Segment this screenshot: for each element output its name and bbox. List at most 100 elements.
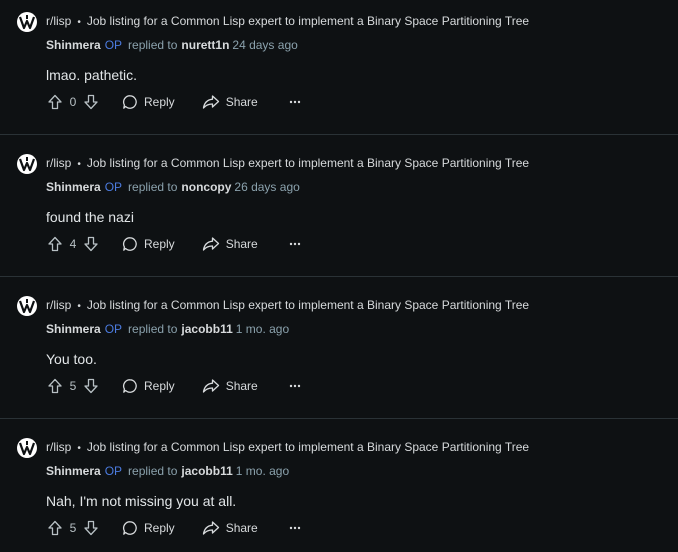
upvote-button[interactable] [46,235,64,253]
comment-actions: 5 Reply Share [46,518,302,538]
downvote-arrow-icon [84,520,98,536]
more-options-button[interactable] [288,521,302,535]
more-options-button[interactable] [288,379,302,393]
upvote-button[interactable] [46,93,64,111]
vote-score: 4 [69,237,77,251]
comment-feed: r/lisp • Job listing for a Common Lisp exp… [0,0,678,552]
downvote-arrow-icon [84,236,98,252]
lisp-lambda-icon[interactable] [16,295,38,317]
op-badge: OP [104,322,123,336]
comment-body: lmao. pathetic. [46,67,138,83]
share-label: Share [225,237,258,251]
post-context: r/lisp • Job listing for a Common Lisp exp… [46,440,529,454]
reply-target-link[interactable]: noncopy [181,180,231,194]
author-link[interactable]: Shinmera [46,38,101,52]
downvote-arrow-icon [84,94,98,110]
ellipsis-icon [289,100,300,104]
share-button[interactable]: Share [202,94,258,110]
upvote-arrow-icon [48,236,62,252]
more-options-button[interactable] [288,95,302,109]
share-label: Share [225,379,258,393]
replied-to-label: replied to [128,464,178,478]
post-title-link[interactable]: Job listing for a Common Lisp expert to … [87,14,529,28]
share-button[interactable]: Share [202,520,258,536]
author-link[interactable]: Shinmera [46,464,101,478]
comment-item: r/lisp • Job listing for a Common Lisp exp… [0,0,678,142]
separator-dot: • [77,443,81,454]
comment-divider [0,134,678,135]
share-button[interactable]: Share [202,378,258,394]
speech-bubble-icon [123,95,137,109]
upvote-arrow-icon [48,94,62,110]
reply-label: Reply [144,237,175,251]
reply-target-link[interactable]: nurett1n [181,38,229,52]
author-link[interactable]: Shinmera [46,322,101,336]
downvote-button[interactable] [82,519,100,537]
comment-body: found the nazi [46,209,134,225]
comment-attribution: Shinmera OP replied to jacobb11 1 mo. ago [46,464,289,478]
ellipsis-icon [289,242,300,246]
upvote-button[interactable] [46,377,64,395]
post-title-link[interactable]: Job listing for a Common Lisp expert to … [87,440,529,454]
vote-score: 5 [69,521,77,535]
op-badge: OP [104,38,123,52]
comment-item: r/lisp • Job listing for a Common Lisp exp… [0,426,678,552]
comment-item: r/lisp • Job listing for a Common Lisp exp… [0,284,678,426]
share-arrow-icon [202,521,219,535]
reply-button[interactable]: Reply [122,520,175,536]
op-badge: OP [104,180,123,194]
post-title-link[interactable]: Job listing for a Common Lisp expert to … [87,298,529,312]
comment-body: Nah, I'm not missing you at all. [46,493,237,509]
share-arrow-icon [202,237,219,251]
subreddit-link[interactable]: r/lisp [46,298,71,312]
speech-bubble-icon [123,237,137,251]
reply-target-link[interactable]: jacobb11 [181,322,232,336]
lisp-lambda-icon[interactable] [16,11,38,33]
share-label: Share [225,95,258,109]
comment-divider [0,276,678,277]
upvote-arrow-icon [48,520,62,536]
comment-body: You too. [46,351,97,367]
replied-to-label: replied to [128,322,178,336]
author-link[interactable]: Shinmera [46,180,101,194]
downvote-arrow-icon [84,378,98,394]
reply-label: Reply [144,379,175,393]
reply-label: Reply [144,521,175,535]
downvote-button[interactable] [82,235,100,253]
share-label: Share [225,521,258,535]
lisp-lambda-icon[interactable] [16,437,38,459]
reply-button[interactable]: Reply [122,94,175,110]
reply-target-link[interactable]: jacobb11 [181,464,232,478]
comment-divider [0,418,678,419]
speech-bubble-icon [123,379,137,393]
timestamp: 24 days ago [232,38,298,52]
downvote-button[interactable] [82,93,100,111]
post-title-link[interactable]: Job listing for a Common Lisp expert to … [87,156,529,170]
replied-to-label: replied to [128,180,178,194]
reply-button[interactable]: Reply [122,378,175,394]
replied-to-label: replied to [128,38,178,52]
reply-button[interactable]: Reply [122,236,175,252]
speech-bubble-icon [123,521,137,535]
separator-dot: • [77,17,81,28]
separator-dot: • [77,159,81,170]
subreddit-link[interactable]: r/lisp [46,156,71,170]
ellipsis-icon [289,384,300,388]
vote-score: 5 [69,379,77,393]
post-context: r/lisp • Job listing for a Common Lisp exp… [46,14,529,28]
timestamp: 1 mo. ago [235,322,290,336]
subreddit-link[interactable]: r/lisp [46,14,71,28]
downvote-button[interactable] [82,377,100,395]
timestamp: 1 mo. ago [235,464,290,478]
share-button[interactable]: Share [202,236,258,252]
comment-actions: 0 Reply Share [46,92,302,112]
share-arrow-icon [202,379,219,393]
upvote-button[interactable] [46,519,64,537]
subreddit-link[interactable]: r/lisp [46,440,71,454]
comment-attribution: Shinmera OP replied to nurett1n 24 days ago [46,38,298,52]
comment-item: r/lisp • Job listing for a Common Lisp exp… [0,142,678,284]
lisp-lambda-icon[interactable] [16,153,38,175]
more-options-button[interactable] [288,237,302,251]
comment-actions: 5 Reply Share [46,376,302,396]
separator-dot: • [77,301,81,312]
